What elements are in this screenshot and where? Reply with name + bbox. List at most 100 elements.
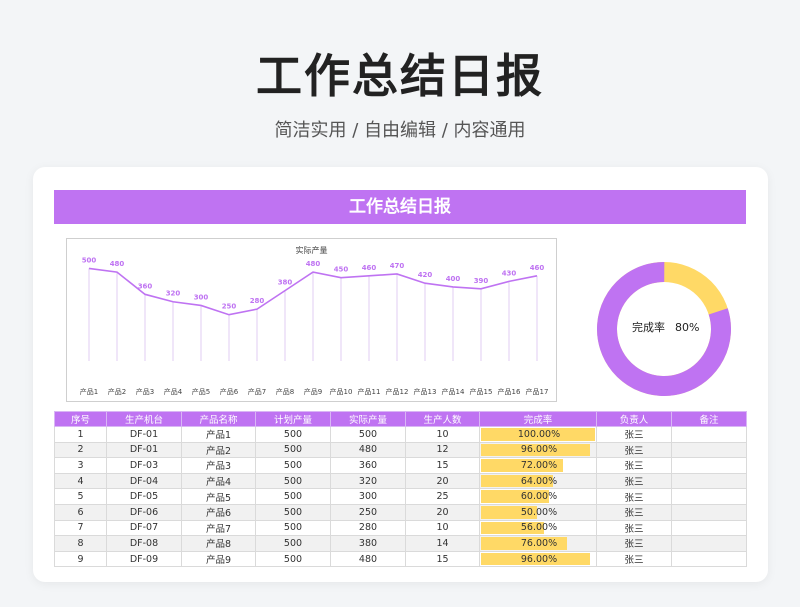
table-cell-machine: DF-09 xyxy=(106,550,182,568)
table-cell-actual: 360 xyxy=(330,457,406,474)
data-label: 380 xyxy=(278,279,293,287)
table-cell-plan: 500 xyxy=(255,441,331,459)
table-cell-actual: 380 xyxy=(330,535,406,552)
x-tick-label: 产品4 xyxy=(164,387,183,396)
completion-rate-text: 76.00% xyxy=(520,537,558,549)
table-cell-owner: 张三 xyxy=(596,488,672,505)
table-cell-workers: 20 xyxy=(405,503,480,521)
table-cell-owner: 张三 xyxy=(596,472,672,490)
table-row: 4 DF-04 产品4 500 320 20 64.00% 张三 xyxy=(54,472,747,490)
table-cell-no: 1 xyxy=(54,426,107,443)
donut-center-label: 完成率 80% xyxy=(632,319,699,335)
table-cell-plan: 500 xyxy=(255,426,331,443)
data-label: 250 xyxy=(222,303,237,311)
x-tick-label: 产品14 xyxy=(442,387,465,396)
table-cell-no: 8 xyxy=(54,535,107,552)
report-banner: 工作总结日报 xyxy=(54,190,746,224)
data-label: 360 xyxy=(138,282,153,290)
data-label: 480 xyxy=(306,260,321,268)
data-label: 450 xyxy=(334,266,349,274)
x-tick-label: 产品7 xyxy=(248,387,266,396)
completion-rate-text: 72.00% xyxy=(520,459,558,471)
table-row: 6 DF-06 产品6 500 250 20 50.00% 张三 xyxy=(54,503,747,521)
table-cell-note xyxy=(671,457,747,474)
table-cell-actual: 500 xyxy=(330,426,406,443)
data-label: 400 xyxy=(446,275,461,283)
table-row: 1 DF-01 产品1 500 500 10 100.00% 张三 xyxy=(54,426,747,443)
report-card: 工作总结日报 实际产量 500 产品1 480 产品2 360 产品3 320 产品4 300 产… xyxy=(33,167,768,582)
table-cell-workers: 10 xyxy=(405,519,480,537)
completion-rate-text: 96.00% xyxy=(520,553,558,565)
completion-rate-cell: 50.00% xyxy=(479,503,597,521)
data-label: 430 xyxy=(502,269,517,277)
x-tick-label: 产品13 xyxy=(414,387,437,396)
table-cell-note xyxy=(671,441,747,459)
table-cell-product: 产品8 xyxy=(181,535,256,552)
x-tick-label: 产品17 xyxy=(526,387,549,396)
table-cell-no: 9 xyxy=(54,550,107,568)
table-cell-note xyxy=(671,519,747,537)
data-label: 480 xyxy=(110,260,125,268)
table-cell-workers: 15 xyxy=(405,457,480,474)
x-tick-label: 产品1 xyxy=(80,387,98,396)
table-cell-owner: 张三 xyxy=(596,457,672,474)
completion-rate-cell: 96.00% xyxy=(479,441,597,459)
table-cell-product: 产品4 xyxy=(181,472,256,490)
donut-label-text: 完成率 xyxy=(632,321,665,334)
table-cell-product: 产品2 xyxy=(181,441,256,459)
table-row: 2 DF-01 产品2 500 480 12 96.00% 张三 xyxy=(54,441,747,459)
table-cell-machine: DF-04 xyxy=(106,472,182,490)
table-cell-machine: DF-03 xyxy=(106,457,182,474)
table-cell-plan: 500 xyxy=(255,457,331,474)
table-cell-workers: 10 xyxy=(405,426,480,443)
data-label: 470 xyxy=(390,262,405,270)
table-row: 7 DF-07 产品7 500 280 10 56.00% 张三 xyxy=(54,519,747,537)
completion-rate-cell: 64.00% xyxy=(479,472,597,490)
table-cell-note xyxy=(671,472,747,490)
table-cell-actual: 320 xyxy=(330,472,406,490)
completion-rate-cell: 72.00% xyxy=(479,457,597,474)
table-cell-plan: 500 xyxy=(255,550,331,568)
completion-rate-cell: 76.00% xyxy=(479,535,597,552)
table-cell-no: 2 xyxy=(54,441,107,459)
table-cell-plan: 500 xyxy=(255,519,331,537)
table-cell-actual: 280 xyxy=(330,519,406,537)
table-cell-no: 7 xyxy=(54,519,107,537)
table-cell-owner: 张三 xyxy=(596,519,672,537)
table-cell-actual: 300 xyxy=(330,488,406,505)
x-tick-label: 产品16 xyxy=(498,387,521,396)
table-cell-machine: DF-06 xyxy=(106,503,182,521)
table-cell-no: 5 xyxy=(54,488,107,505)
x-tick-label: 产品8 xyxy=(276,387,294,396)
table-cell-product: 产品7 xyxy=(181,519,256,537)
data-table: 序号 生产机台 产品名称 计划产量 实际产量 生产人数 完成率 负责人 备注 1 DF-01 产品1… xyxy=(54,411,747,568)
table-cell-owner: 张三 xyxy=(596,441,672,459)
table-cell-product: 产品9 xyxy=(181,550,256,568)
table-cell-owner: 张三 xyxy=(596,503,672,521)
table-row: 8 DF-08 产品8 500 380 14 76.00% 张三 xyxy=(54,535,747,552)
table-cell-plan: 500 xyxy=(255,488,331,505)
table-cell-machine: DF-01 xyxy=(106,426,182,443)
x-tick-label: 产品3 xyxy=(136,387,154,396)
column-header: 计划产量 xyxy=(255,411,331,427)
table-cell-note xyxy=(671,488,747,505)
completion-rate-cell: 100.00% xyxy=(479,426,597,443)
table-cell-workers: 20 xyxy=(405,472,480,490)
x-tick-label: 产品15 xyxy=(470,387,493,396)
table-cell-product: 产品6 xyxy=(181,503,256,521)
table-cell-no: 6 xyxy=(54,503,107,521)
completion-rate-cell: 96.00% xyxy=(479,550,597,568)
completion-rate-text: 56.00% xyxy=(520,522,558,534)
column-header: 产品名称 xyxy=(181,411,256,427)
completion-rate-text: 50.00% xyxy=(520,506,558,518)
donut-value-text: 80% xyxy=(675,321,700,334)
table-cell-owner: 张三 xyxy=(596,550,672,568)
data-label: 460 xyxy=(362,264,377,272)
table-cell-product: 产品1 xyxy=(181,426,256,443)
table-cell-machine: DF-07 xyxy=(106,519,182,537)
completion-rate-text: 100.00% xyxy=(517,428,561,440)
completion-rate-text: 64.00% xyxy=(520,475,558,487)
table-cell-actual: 250 xyxy=(330,503,406,521)
table-header-row: 序号 生产机台 产品名称 计划产量 实际产量 生产人数 完成率 负责人 备注 xyxy=(54,411,747,427)
table-cell-machine: DF-05 xyxy=(106,488,182,505)
